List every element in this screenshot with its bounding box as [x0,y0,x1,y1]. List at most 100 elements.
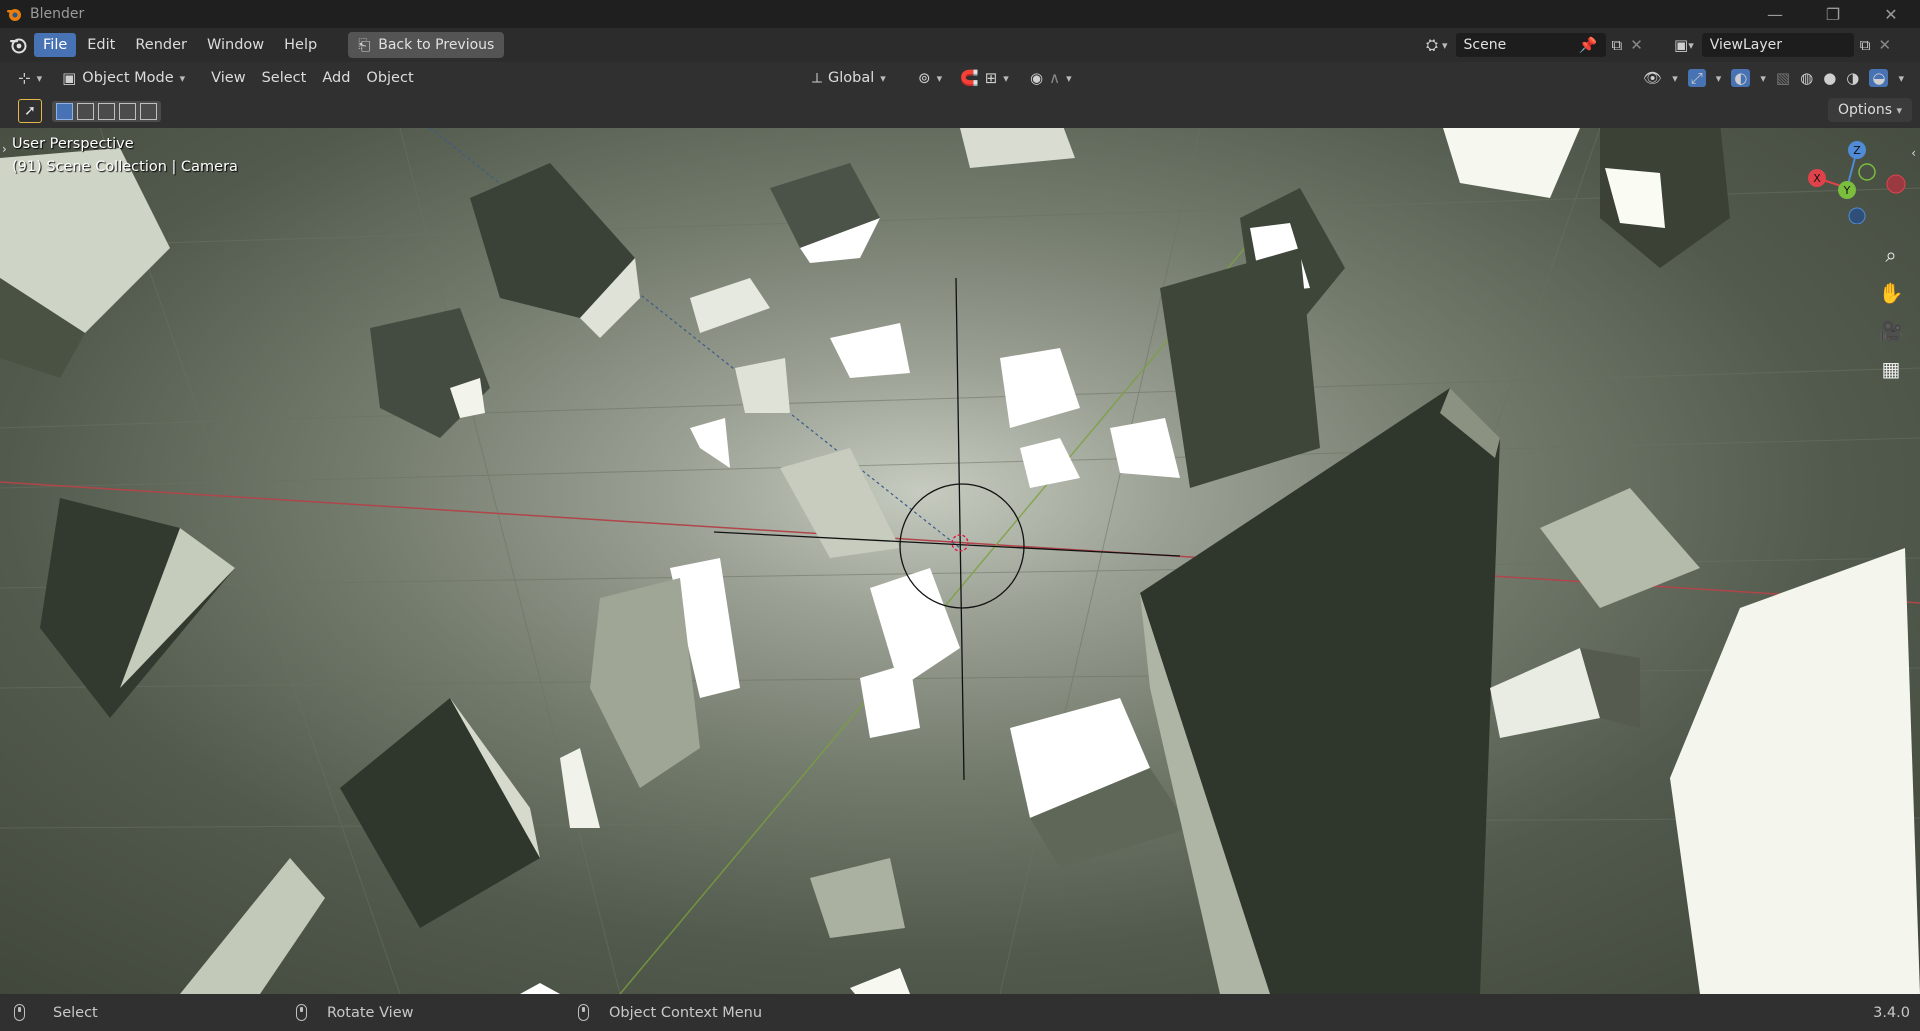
mode-selector[interactable]: ▣ Object Mode ▾ [54,66,193,90]
caret-icon: ▾ [1760,71,1766,85]
window-titlebar: Blender — ❐ ✕ [0,0,1920,28]
visibility-icon[interactable]: 👁 [1643,69,1662,87]
caret-icon: ▾ [179,71,186,85]
top-menubar: File Edit Render Window Help ⎗ Back to P… [0,28,1920,62]
menu-edit[interactable]: Edit [78,33,124,57]
pivot-icon: ⊚ [918,69,931,87]
select-tool-icon[interactable]: ➚ [18,99,42,123]
falloff-icon: ∧ [1049,69,1061,87]
status-rotate-label: Rotate View [327,1004,414,1021]
snap-increment-icon: ⊞ [984,69,998,87]
back-icon: ⎗ [358,36,371,54]
sidebar-toggle-icon[interactable]: ‹ [1911,146,1916,160]
mouse-left-icon [14,1004,25,1021]
viewlayer-icon[interactable]: ▣ [1674,36,1688,54]
pin-icon[interactable]: 📌 [1579,36,1598,54]
editor-type-button[interactable]: ⊹ ▾ [10,66,50,90]
editor-type-icon: ⊹ [18,69,31,87]
caret-icon: ▾ [1715,71,1722,85]
hand-icon[interactable]: ✋ [1874,276,1908,310]
viewport-header: ⊹ ▾ ▣ Object Mode ▾ View Select Add Objec… [0,62,1920,94]
gizmo-icon[interactable]: ⤢ [1687,69,1706,87]
perspective-label: User Perspective [12,136,134,152]
mode-label: Object Mode [82,70,174,86]
caret-icon: ▾ [1672,71,1678,85]
camera-icon[interactable]: 🎥 [1874,314,1908,348]
viewlayer-name: ViewLayer [1709,37,1782,53]
select-subtract-icon[interactable] [98,102,115,120]
object-mode-icon: ▣ [62,69,77,87]
version-label: 3.4.0 [1873,1004,1910,1021]
select-intersect-icon[interactable] [140,102,157,120]
back-to-previous-label: Back to Previous [378,37,495,53]
window-title: Blender [30,6,85,22]
delete-scene-icon[interactable]: ✕ [1630,36,1643,54]
caret-icon: ▾ [936,71,943,85]
header-menu-add[interactable]: Add [314,67,358,89]
shading-wireframe-icon[interactable]: ◍ [1800,69,1813,87]
caret-icon: ▾ [1003,71,1009,85]
status-context: Object Context Menu [578,1004,762,1021]
snap-toggle[interactable]: 🧲 ⊞ ▾ [952,66,1017,90]
gizmo-z-label: Z [1853,144,1861,157]
gizmo-x-label: X [1813,172,1821,185]
options-dropdown[interactable]: Options ▾ [1827,98,1912,122]
shading-solid-icon[interactable]: ● [1823,69,1836,87]
caret-icon: ▾ [1442,38,1448,52]
menu-file[interactable]: File [34,33,77,57]
gizmo-y-label: Y [1843,184,1851,197]
select-invert-icon[interactable] [119,102,136,120]
status-select-label: Select [53,1004,98,1021]
header-menu-view[interactable]: View [203,67,253,89]
orientation-icon: ⟂ [812,69,823,87]
menu-help[interactable]: Help [275,33,326,57]
proportional-editing-toggle[interactable]: ◉ ∧ ▾ [1022,66,1080,90]
xray-icon[interactable]: ▧ [1776,69,1790,87]
transform-orientation-selector[interactable]: ⟂ Global ▾ [804,66,894,90]
viewport-display-controls: 👁 ▾ ⤢ ▾ ◐ ▾ ▧ ◍ ● ◑ ◒ ▾ [1643,69,1904,87]
status-select: Select [14,1004,98,1021]
close-icon[interactable]: ✕ [1862,0,1920,28]
overlay-icon[interactable]: ◐ [1731,69,1751,87]
window-controls: — ❐ ✕ [1746,0,1920,28]
scene-selector: ⛭ ▾ Scene 📌 ⧉ ✕ [1426,33,1643,57]
viewport-scene [0,128,1920,994]
minimize-icon[interactable]: — [1746,0,1804,28]
status-rotate: Rotate View [296,1004,414,1021]
new-scene-icon[interactable]: ⧉ [1612,36,1623,54]
status-bar: Select Rotate View Object Context Menu 3… [0,994,1920,1031]
scene-name-field[interactable]: Scene 📌 [1455,33,1606,57]
zoom-icon[interactable]: ⌕ [1874,238,1908,272]
select-extend-icon[interactable] [77,102,94,120]
blender-logo-icon[interactable] [8,35,28,55]
tool-settings-bar: ➚ Options ▾ [0,94,1920,128]
scene-icon[interactable]: ⛭ [1426,36,1438,54]
orientation-label: Global [828,70,875,86]
header-menu-object[interactable]: Object [358,67,421,89]
mouse-right-icon [578,1004,589,1021]
back-to-previous-button[interactable]: ⎗ Back to Previous [348,32,505,58]
shading-material-icon[interactable]: ◑ [1846,69,1859,87]
caret-icon: ▾ [880,71,886,85]
snap-icon: 🧲 [960,69,979,87]
menu-render[interactable]: Render [126,33,196,57]
menu-window[interactable]: Window [198,33,273,57]
new-viewlayer-icon[interactable]: ⧉ [1860,36,1871,54]
blender-logo-icon [7,9,21,21]
toolbar-toggle-icon[interactable]: › [2,142,7,156]
grid-icon[interactable]: ▦ [1874,352,1908,386]
shading-rendered-icon[interactable]: ◒ [1869,69,1889,87]
viewlayer-name-field[interactable]: ViewLayer [1701,33,1854,57]
viewlayer-selector: ▣ ▾ ViewLayer ⧉ ✕ [1674,33,1891,57]
caret-icon: ▾ [1896,104,1902,117]
select-new-icon[interactable] [56,102,73,120]
delete-viewlayer-icon[interactable]: ✕ [1878,36,1891,54]
status-context-label: Object Context Menu [609,1004,763,1021]
caret-icon: ▾ [36,71,43,85]
pivot-point-selector[interactable]: ⊚ ▾ [910,66,950,90]
3d-viewport[interactable]: User Perspective (91) Scene Collection |… [0,128,1920,994]
selection-mode-group [52,100,161,122]
navigation-gizmo[interactable]: Z X Y [1800,134,1910,224]
maximize-icon[interactable]: ❐ [1804,0,1862,28]
header-menu-select[interactable]: Select [254,67,315,89]
